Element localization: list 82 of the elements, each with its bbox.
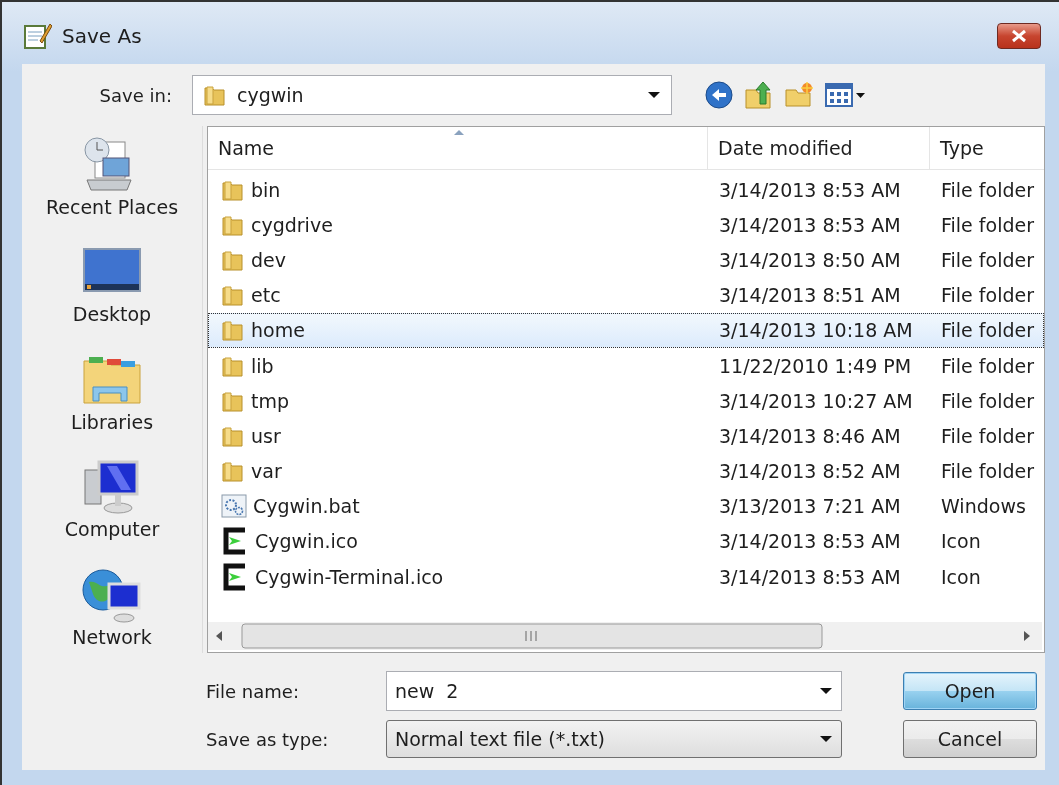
file-name: etc: [251, 284, 281, 307]
file-row[interactable]: dev 3/14/2013 8:50 AM File folder: [208, 242, 1044, 278]
field-label: Save in:: [98, 84, 172, 106]
file-name: dev: [251, 248, 286, 271]
file-row[interactable]: etc 3/14/2013 8:51 AM File folder: [208, 277, 1044, 313]
file-name: home: [251, 319, 305, 342]
date-cell-text: 3/14/2013 10:27 AM: [718, 389, 914, 412]
sort-caret-icon: [453, 129, 465, 136]
location-dropdown[interactable]: cygwin: [192, 75, 672, 115]
date-cell-text: 3/14/2013 8:53 AM: [718, 178, 902, 201]
folder-icon: [221, 283, 245, 308]
file-name: Cygwin.bat: [253, 495, 360, 518]
folder-icon: [203, 83, 227, 107]
date-cell-text: 3/13/2013 7:21 AM: [718, 495, 902, 518]
notepad-icon: [22, 21, 52, 51]
type-cell-text: File folder: [940, 248, 1035, 271]
file-row[interactable]: Cygwin-Terminal.ico 3/14/2013 8:53 AM Icon: [208, 559, 1044, 595]
file-row[interactable]: cygdrive 3/14/2013 8:53 AM File folder: [208, 207, 1044, 243]
date-cell-text: 3/14/2013 8:53 AM: [718, 565, 902, 588]
close-button[interactable]: [997, 23, 1041, 49]
file-row[interactable]: lib 11/22/2010 1:49 PM File folder: [208, 347, 1044, 384]
close-icon: [1010, 29, 1028, 43]
file-type-dropdown[interactable]: Normal text file (*.txt): [386, 720, 842, 758]
dropdown-arrow-icon: [819, 687, 833, 695]
gear-file-icon: [221, 494, 247, 519]
field-label: File name:: [206, 680, 300, 702]
file-row[interactable]: bin 3/14/2013 8:53 AM File folder: [208, 172, 1044, 208]
type-cell-text: File folder: [940, 284, 1035, 307]
field-label: Save as type:: [206, 728, 330, 750]
type-cell-text: File folder: [940, 460, 1035, 483]
file-row[interactable]: tmp 3/14/2013 10:27 AM File folder: [208, 383, 1044, 419]
date-cell-text: 3/14/2013 8:53 AM: [718, 530, 902, 553]
back-button[interactable]: [704, 80, 734, 110]
date-cell-text: 3/14/2013 8:46 AM: [718, 424, 902, 447]
file-name: tmp: [251, 389, 290, 412]
date-cell-text: 3/14/2013 8:53 AM: [718, 213, 902, 236]
file-name: cygdrive: [251, 213, 333, 236]
file-name: lib: [251, 354, 274, 377]
folder-icon: [221, 318, 245, 343]
file-row[interactable]: home 3/14/2013 10:18 AM File folder: [208, 312, 1044, 348]
file-row[interactable]: var 3/14/2013 8:52 AM File folder: [208, 453, 1044, 489]
sidebar-item[interactable]: Computer: [64, 456, 160, 546]
file-name: bin: [251, 178, 281, 201]
file-name: Cygwin-Terminal.ico: [255, 565, 444, 588]
type-cell-text: File folder: [940, 178, 1035, 201]
type-cell-text: File folder: [940, 213, 1035, 236]
new-folder-icon: [784, 80, 814, 110]
type-cell-text: File folder: [940, 354, 1035, 377]
sidebar-item[interactable]: Desktop: [72, 241, 152, 331]
dialog-button[interactable]: Cancel: [903, 720, 1037, 758]
dropdown-arrow-icon: [819, 735, 833, 743]
type-cell-text: Icon: [940, 565, 982, 588]
file-name-field[interactable]: new 2: [386, 671, 842, 711]
date-cell-text: 3/14/2013 10:18 AM: [718, 319, 914, 342]
window-title: Save As: [62, 24, 143, 48]
folder-up-arrow-icon: [744, 80, 774, 110]
type-cell-text: Icon: [940, 530, 982, 553]
folder-icon: [221, 459, 245, 484]
file-row[interactable]: Cygwin.bat 3/13/2013 7:21 AM Windows: [208, 488, 1044, 524]
sidebar-item[interactable]: Network: [72, 563, 152, 654]
view-menu-button[interactable]: [824, 81, 866, 109]
type-cell-text: File folder: [940, 389, 1035, 412]
sidebar-item[interactable]: Libraries: [70, 348, 154, 439]
date-cell-text: 11/22/2010 1:49 PM: [718, 354, 913, 377]
sidebar-item[interactable]: Recent Places: [45, 134, 179, 224]
date-cell-text: 3/14/2013 8:52 AM: [718, 460, 902, 483]
view-grid-icon: [824, 81, 866, 109]
dropdown-arrow-icon: [647, 91, 661, 99]
file-name: var: [251, 460, 282, 483]
file-name: usr: [251, 424, 281, 447]
date-cell-text: 3/14/2013 8:51 AM: [718, 284, 902, 307]
type-cell-text: File folder: [940, 424, 1035, 447]
file-name: Cygwin.ico: [255, 530, 358, 553]
file-row[interactable]: Cygwin.ico 3/14/2013 8:53 AM Icon: [208, 523, 1044, 560]
column-header[interactable]: Type: [930, 127, 1044, 169]
type-cell-text: File folder: [940, 319, 1035, 342]
type-cell-text: Windows: [940, 495, 1027, 518]
date-cell-text: 3/14/2013 8:50 AM: [718, 248, 902, 271]
file-row[interactable]: usr 3/14/2013 8:46 AM File folder: [208, 418, 1044, 454]
dialog-button[interactable]: Open: [903, 672, 1037, 710]
up-folder-button[interactable]: [744, 80, 774, 110]
column-header[interactable]: Date modified: [708, 127, 930, 169]
